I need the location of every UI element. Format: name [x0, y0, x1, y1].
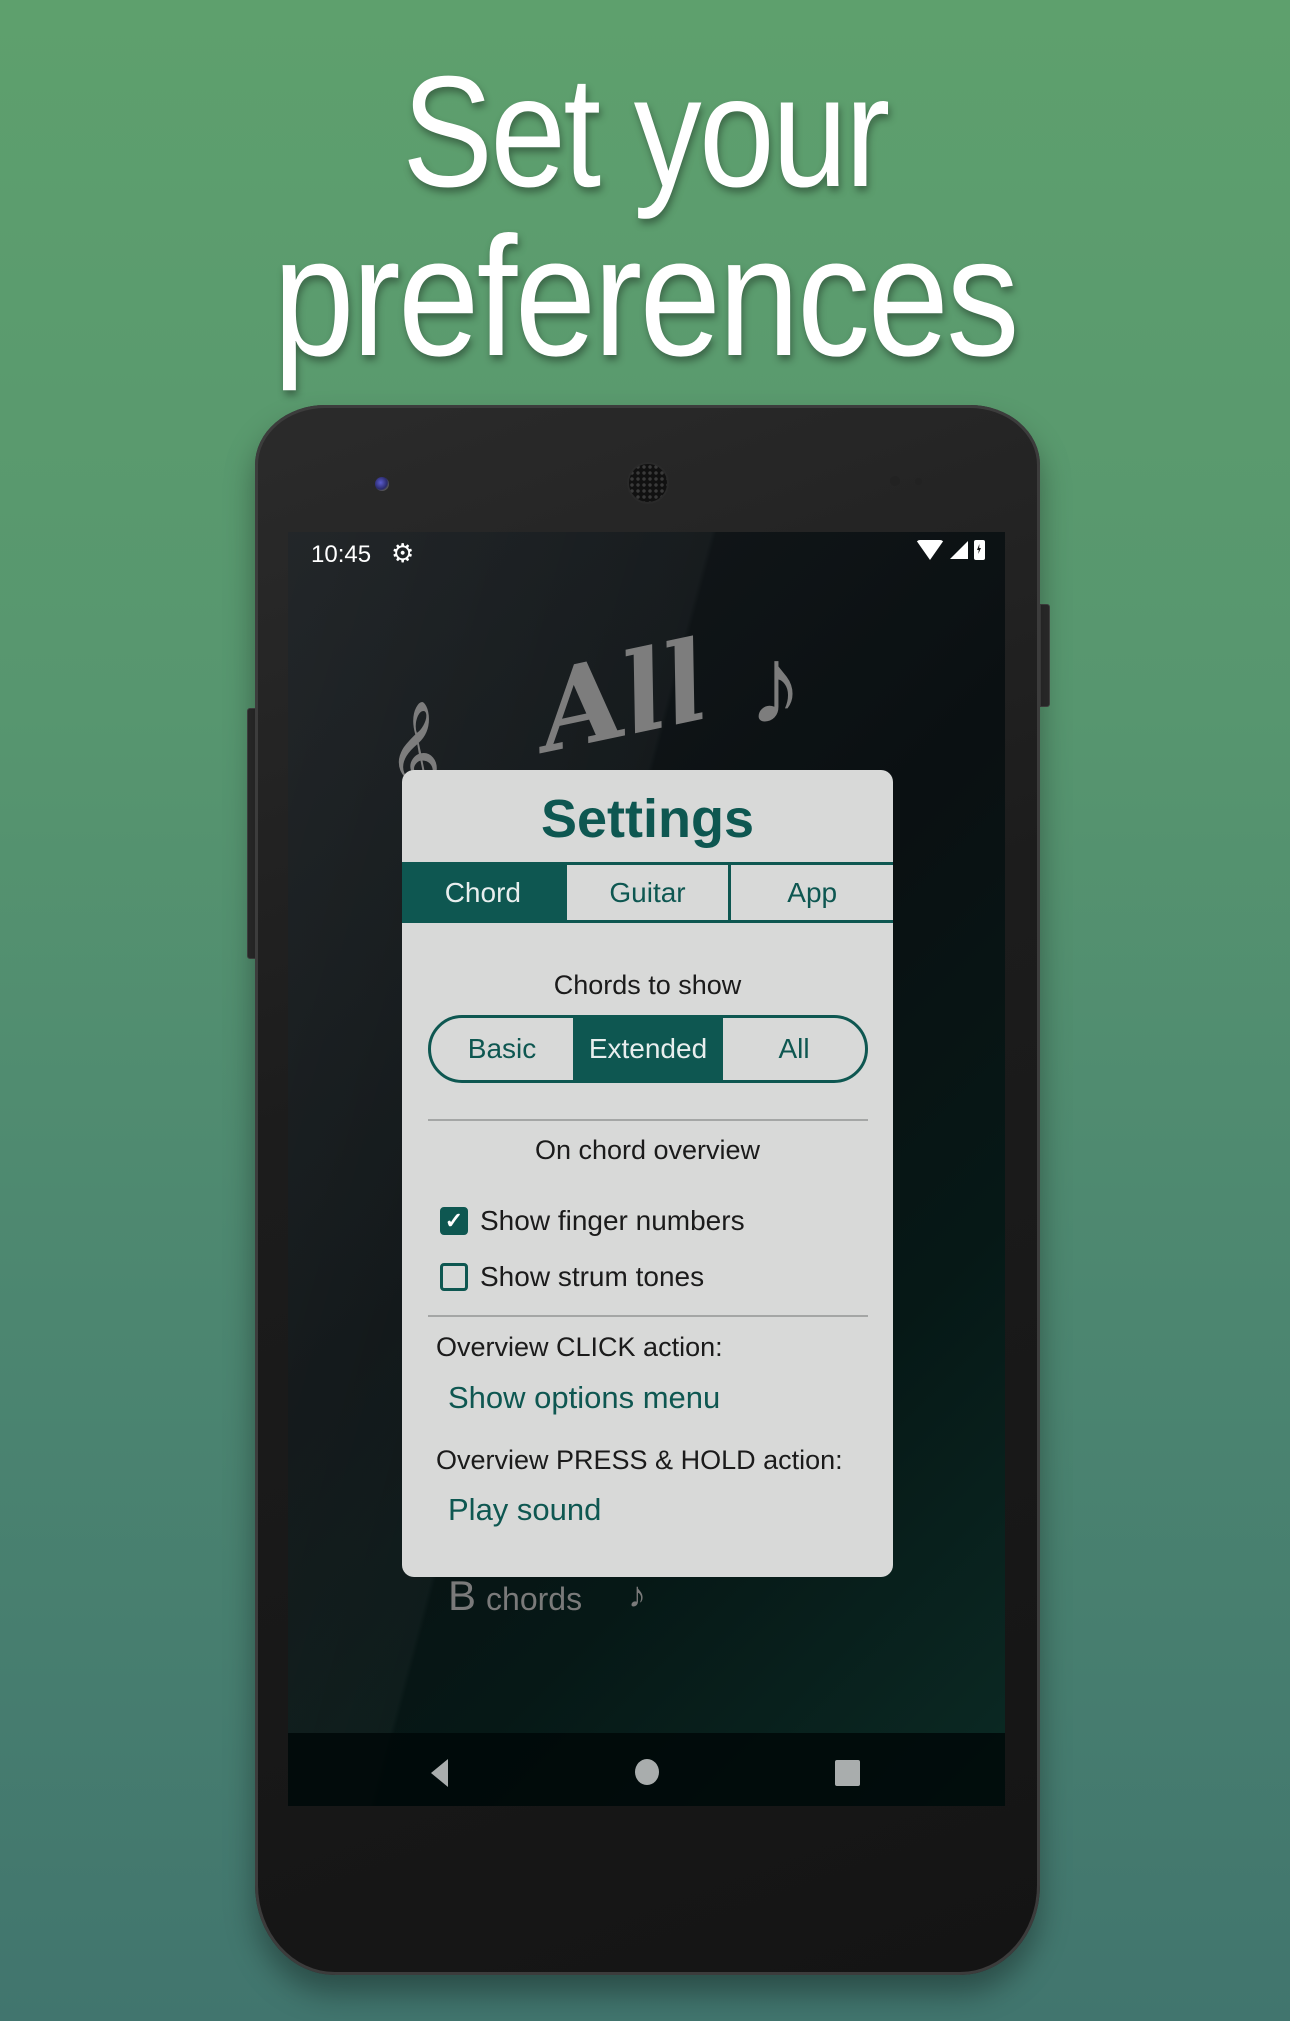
checkbox-unchecked-icon[interactable]: [440, 1263, 468, 1291]
light-sensor-icon: [915, 478, 922, 485]
power-button: [1040, 604, 1050, 707]
chord-list-row[interactable]: Bchords: [448, 1572, 582, 1620]
chords-to-show-selector: Basic Extended All: [428, 1015, 868, 1083]
option-basic[interactable]: Basic: [431, 1018, 573, 1080]
hold-action-label: Overview PRESS & HOLD action:: [436, 1445, 843, 1475]
recents-icon[interactable]: [835, 1760, 860, 1786]
option-all[interactable]: All: [723, 1018, 865, 1080]
home-icon[interactable]: [635, 1759, 659, 1785]
tab-guitar[interactable]: Guitar: [563, 865, 729, 920]
headline-line-2: preferences: [273, 202, 1019, 392]
show-finger-numbers-checkbox[interactable]: ✓ Show finger numbers: [440, 1205, 745, 1237]
status-icons: [916, 540, 985, 560]
dialog-title: Settings: [540, 789, 755, 849]
hold-action-value[interactable]: Play sound: [448, 1492, 601, 1528]
tab-app[interactable]: App: [728, 865, 893, 920]
click-action-value[interactable]: Show options menu: [448, 1380, 720, 1416]
chords-to-show-label: Chords to show: [553, 970, 742, 1000]
chord-overview-label: On chord overview: [534, 1135, 761, 1165]
headline-line-1: Set your: [402, 44, 890, 220]
settings-tabs: Chord Guitar App: [402, 862, 893, 923]
click-action-label: Overview CLICK action:: [436, 1332, 723, 1362]
divider: [428, 1315, 868, 1317]
checkbox-label: Show finger numbers: [480, 1205, 745, 1236]
back-icon[interactable]: [431, 1759, 448, 1787]
settings-dialog: Settings Chord Guitar App Chords to show…: [402, 770, 893, 1577]
music-note-icon: ♪: [628, 1574, 646, 1615]
proximity-sensor-icon: [890, 476, 900, 486]
front-camera-icon: [375, 477, 389, 491]
tab-chord[interactable]: Chord: [402, 865, 564, 920]
divider: [428, 1119, 868, 1121]
chord-row-letter: B: [448, 1572, 477, 1619]
checkbox-label: Show strum tones: [480, 1261, 705, 1292]
logo-text: All: [526, 615, 719, 778]
option-extended[interactable]: Extended: [573, 1018, 723, 1080]
earpiece-speaker-icon: [627, 462, 669, 504]
gear-icon: ⚙: [391, 538, 415, 568]
navigation-bar: [288, 1733, 1005, 1806]
eighth-note-icon: ♪: [748, 624, 803, 747]
cell-signal-icon: [950, 541, 968, 559]
battery-charging-icon: [974, 540, 985, 560]
chord-row-label: chords: [486, 1581, 583, 1617]
status-bar: 10:45 ⚙: [288, 532, 1005, 576]
status-time: 10:45: [311, 541, 372, 568]
checkbox-checked-icon[interactable]: ✓: [440, 1207, 468, 1235]
show-strum-tones-checkbox[interactable]: Show strum tones: [440, 1261, 704, 1293]
wifi-icon: [916, 540, 944, 560]
